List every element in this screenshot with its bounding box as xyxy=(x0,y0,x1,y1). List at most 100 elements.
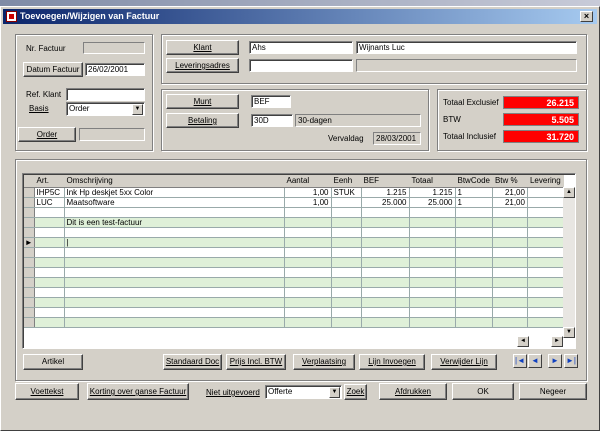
table-cell[interactable] xyxy=(284,267,332,278)
table-cell[interactable] xyxy=(284,257,332,268)
table-cell[interactable] xyxy=(527,197,564,208)
table-cell[interactable] xyxy=(527,287,564,298)
scroll-down-icon[interactable]: ▼ xyxy=(563,327,575,338)
voettekst-button[interactable]: Voettekst xyxy=(15,383,79,400)
klant-button[interactable]: Klant xyxy=(166,40,239,55)
row-indicator[interactable] xyxy=(24,257,35,268)
scroll-left-icon[interactable]: ◄ xyxy=(517,336,529,347)
table-cell[interactable] xyxy=(527,317,564,328)
table-cell[interactable] xyxy=(34,297,65,308)
table-cell[interactable] xyxy=(64,267,285,278)
table-cell[interactable] xyxy=(527,307,564,318)
table-cell[interactable]: 1,00 xyxy=(284,187,332,198)
table-cell[interactable]: 1.215 xyxy=(409,187,456,198)
table-cell[interactable] xyxy=(331,267,362,278)
table-row[interactable] xyxy=(24,247,564,258)
row-indicator[interactable] xyxy=(24,307,35,318)
table-row[interactable] xyxy=(24,307,564,318)
table-cell[interactable] xyxy=(361,277,410,288)
table-cell[interactable] xyxy=(527,257,564,268)
table-cell[interactable]: 1,00 xyxy=(284,197,332,208)
table-cell[interactable]: 1 xyxy=(455,197,493,208)
ok-button[interactable]: OK xyxy=(452,383,514,400)
column-header[interactable]: BtwCode xyxy=(455,175,493,188)
table-cell[interactable] xyxy=(492,297,528,308)
column-header[interactable]: Btw % xyxy=(492,175,528,188)
table-cell[interactable] xyxy=(331,227,362,238)
table-cell[interactable] xyxy=(409,267,456,278)
table-cell[interactable] xyxy=(331,237,362,248)
table-cell[interactable] xyxy=(331,197,362,208)
table-cell[interactable] xyxy=(34,267,65,278)
table-cell[interactable] xyxy=(455,307,493,318)
table-cell[interactable] xyxy=(455,227,493,238)
zoek-button[interactable]: Zoek xyxy=(344,384,367,400)
column-header[interactable]: Eenh xyxy=(331,175,362,188)
table-cell[interactable] xyxy=(331,247,362,258)
table-cell[interactable] xyxy=(284,307,332,318)
chevron-down-icon[interactable]: ▼ xyxy=(329,387,340,398)
column-header[interactable]: Totaal xyxy=(409,175,456,188)
munt-input[interactable]: BEF xyxy=(251,95,291,108)
table-cell[interactable] xyxy=(492,307,528,318)
column-header[interactable]: Art. xyxy=(34,175,65,188)
row-indicator[interactable] xyxy=(24,247,35,258)
table-cell[interactable] xyxy=(64,297,285,308)
table-cell[interactable] xyxy=(34,317,65,328)
table-row[interactable]: IHP5C Ink Hp deskjet 5xx Color 1,00 STUK 1.2… xyxy=(24,187,564,198)
table-cell[interactable] xyxy=(409,307,456,318)
afdrukken-button[interactable]: Afdrukken xyxy=(379,383,447,400)
table-row[interactable] xyxy=(24,257,564,268)
column-header[interactable]: BEF xyxy=(361,175,410,188)
table-cell[interactable] xyxy=(492,317,528,328)
table-cell[interactable] xyxy=(361,267,410,278)
table-cell[interactable] xyxy=(284,247,332,258)
table-cell[interactable] xyxy=(492,237,528,248)
table-cell[interactable] xyxy=(34,307,65,318)
negeer-button[interactable]: Negeer xyxy=(519,383,587,400)
table-cell[interactable] xyxy=(64,227,285,238)
table-cell[interactable] xyxy=(361,227,410,238)
table-cell[interactable]: 21,00 xyxy=(492,197,528,208)
chevron-down-icon[interactable]: ▼ xyxy=(132,104,143,115)
table-cell[interactable] xyxy=(492,267,528,278)
scroll-right-icon[interactable]: ► xyxy=(551,336,563,347)
table-cell[interactable] xyxy=(455,287,493,298)
column-header[interactable]: Omschrijving xyxy=(64,175,285,188)
table-cell[interactable] xyxy=(492,247,528,258)
table-cell[interactable] xyxy=(455,317,493,328)
table-cell[interactable] xyxy=(284,277,332,288)
row-indicator[interactable] xyxy=(24,197,35,208)
table-cell[interactable] xyxy=(455,247,493,258)
standaard-doc-button[interactable]: Standaard Doc xyxy=(163,354,222,370)
table-cell[interactable] xyxy=(331,277,362,288)
table-cell[interactable] xyxy=(361,317,410,328)
klant-code-input[interactable]: Ahs xyxy=(249,41,353,54)
row-indicator[interactable] xyxy=(24,207,35,218)
table-cell[interactable] xyxy=(527,297,564,308)
row-indicator[interactable] xyxy=(24,267,35,278)
table-row[interactable] xyxy=(24,227,564,238)
column-header[interactable]: Aantal xyxy=(284,175,332,188)
verplaatsing-button[interactable]: Verplaatsing xyxy=(293,354,355,370)
table-cell[interactable]: IHP5C xyxy=(34,187,65,198)
row-indicator[interactable] xyxy=(24,317,35,328)
table-cell[interactable] xyxy=(34,237,65,248)
table-cell[interactable]: LUC xyxy=(34,197,65,208)
ref-klant-input[interactable] xyxy=(66,88,145,101)
last-record-icon[interactable]: ►| xyxy=(564,354,578,368)
column-header[interactable]: Levering xyxy=(527,175,564,188)
korting-button[interactable]: Korting over ganse Factuur xyxy=(87,383,189,400)
table-cell[interactable]: 21,00 xyxy=(492,187,528,198)
table-cell[interactable] xyxy=(409,317,456,328)
order-button[interactable]: Order xyxy=(18,127,76,142)
row-indicator[interactable] xyxy=(24,227,35,238)
row-indicator[interactable] xyxy=(24,217,35,228)
table-cell[interactable] xyxy=(34,227,65,238)
table-cell[interactable] xyxy=(527,267,564,278)
table-cell[interactable] xyxy=(527,217,564,228)
table-cell[interactable] xyxy=(34,247,65,258)
table-cell[interactable] xyxy=(409,247,456,258)
table-cell[interactable] xyxy=(331,317,362,328)
table-cell[interactable] xyxy=(361,287,410,298)
